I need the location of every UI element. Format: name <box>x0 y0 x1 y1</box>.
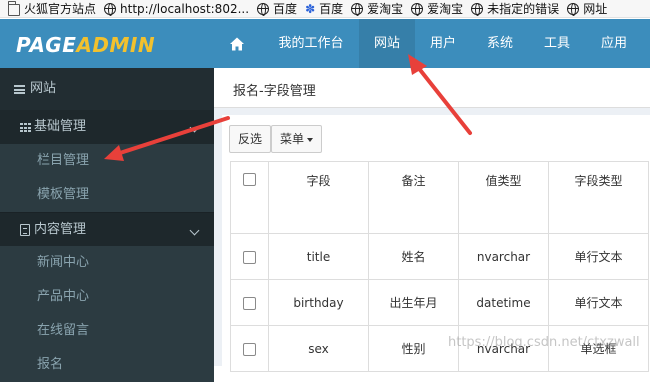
bookmark-label: 百度 <box>273 2 298 16</box>
row-select-cell <box>230 233 269 280</box>
caret-down-icon <box>307 137 314 142</box>
brand-logo[interactable]: PAGEADMIN <box>16 33 155 57</box>
table-cell: 性别 <box>368 325 459 372</box>
page-title: 报名-字段管理 <box>233 84 316 99</box>
table-cell: sex <box>268 325 369 372</box>
bookmark-item[interactable]: http://localhost:802... <box>104 2 249 16</box>
table-cell: 单行文本 <box>548 279 649 326</box>
header-select-all-cell <box>230 161 269 234</box>
bookmark-label: http://localhost:802... <box>120 1 250 16</box>
row-select-cell <box>230 279 269 326</box>
invert-selection-button[interactable]: 反选 <box>229 125 272 153</box>
sidebar-item-label: 栏目管理 <box>37 153 90 168</box>
globe-icon <box>471 2 484 16</box>
sidebar-item-label: 报名 <box>37 357 64 372</box>
folder-icon <box>8 0 20 16</box>
grid-icon <box>20 123 31 132</box>
bookmark-item[interactable]: ✽ 百度 <box>305 0 343 17</box>
bookmark-item[interactable]: 百度 <box>257 0 297 17</box>
row-checkbox[interactable] <box>243 342 256 356</box>
row-select-cell <box>230 325 269 372</box>
globe-icon <box>104 2 117 16</box>
select-all-checkbox[interactable] <box>243 173 256 186</box>
chevron-down-icon <box>189 225 200 236</box>
sidebar-group-label: 内容管理 <box>34 222 87 237</box>
sidebar-item-products[interactable]: 产品中心 <box>0 280 214 314</box>
table-row: birthday 出生年月 datetime 单行文本 <box>230 279 649 326</box>
table-cell: 单行文本 <box>548 233 649 280</box>
bookmark-label: 百度 <box>319 2 344 16</box>
sidebar-header: 网站 <box>0 72 214 106</box>
bookmark-item[interactable]: 火狐官方站点 <box>8 0 96 17</box>
column-header: 值类型 <box>458 161 549 234</box>
menu-button-label: 菜单 <box>280 132 305 146</box>
top-navbar: PAGEADMIN 我的工作台 网站 用户 系统 工具 应用 <box>0 19 650 68</box>
brand-logo-part2: ADMIN <box>76 33 156 57</box>
column-header: 字段类型 <box>548 161 649 234</box>
bookmark-item[interactable]: 未指定的错误 <box>471 0 559 17</box>
bookmark-item[interactable]: 爱淘宝 <box>351 0 403 17</box>
nav-item-workbench[interactable]: 我的工作台 <box>263 19 359 68</box>
sidebar-item-signup[interactable]: 报名 <box>0 348 214 382</box>
sidebar-group-label: 基础管理 <box>34 119 87 134</box>
table-cell: 姓名 <box>368 233 459 280</box>
nav-item-users[interactable]: 用户 <box>415 19 471 68</box>
bookmark-label: 未指定的错误 <box>487 2 560 16</box>
main-content: 报名-字段管理 反选 菜单 字段 备注 值类型 字段类型 title 姓名 nv… <box>214 68 650 372</box>
globe-icon <box>411 2 424 16</box>
bookmark-label: 爱淘宝 <box>367 2 404 16</box>
bookmark-label: 爱淘宝 <box>427 2 464 16</box>
paw-icon: ✽ <box>305 1 316 16</box>
globe-icon <box>257 2 270 16</box>
bookmark-item[interactable]: 网址 <box>567 0 607 17</box>
sidebar-item-messages[interactable]: 在线留言 <box>0 314 214 348</box>
table-cell: datetime <box>458 279 549 326</box>
home-icon[interactable] <box>229 36 245 52</box>
bookmark-label: 火狐官方站点 <box>24 2 97 16</box>
table-header-row: 字段 备注 值类型 字段类型 <box>230 161 649 234</box>
sidebar-item-label: 模板管理 <box>37 187 90 202</box>
bookmark-item[interactable]: 爱淘宝 <box>411 0 463 17</box>
row-checkbox[interactable] <box>243 296 256 310</box>
nav-item-system[interactable]: 系统 <box>471 19 529 68</box>
sidebar-group-content[interactable]: 内容管理 <box>0 212 214 246</box>
column-header: 备注 <box>368 161 459 234</box>
table-cell: title <box>268 233 369 280</box>
table-cell: birthday <box>268 279 369 326</box>
sidebar-item-templates[interactable]: 模板管理 <box>0 178 214 212</box>
row-checkbox[interactable] <box>243 250 256 264</box>
menu-dropdown-button[interactable]: 菜单 <box>271 125 323 153</box>
column-header: 字段 <box>268 161 369 234</box>
sidebar: 网站 基础管理 栏目管理 模板管理 内容管理 新闻中心 产品中心 在线留言 报名 <box>0 68 214 382</box>
bookmark-label: 网址 <box>583 2 608 16</box>
sidebar-item-label: 产品中心 <box>37 289 90 304</box>
globe-icon <box>567 2 580 16</box>
brand-logo-part1: PAGE <box>16 33 77 57</box>
table-row: title 姓名 nvarchar 单行文本 <box>230 233 649 280</box>
bookmarks-bar: 火狐官方站点 http://localhost:802... 百度 ✽ 百度 爱淘… <box>0 0 650 18</box>
sidebar-item-label: 在线留言 <box>37 323 90 338</box>
table-cell: 出生年月 <box>368 279 459 326</box>
breadcrumb: 报名-字段管理 <box>214 68 650 108</box>
nav-item-apps[interactable]: 应用 <box>585 19 643 68</box>
chevron-down-icon <box>189 122 200 133</box>
nav-item-website[interactable]: 网站 <box>359 19 415 68</box>
sidebar-header-label: 网站 <box>30 81 57 96</box>
sidebar-group-basic[interactable]: 基础管理 <box>0 110 214 144</box>
sidebar-item-columns[interactable]: 栏目管理 <box>0 144 214 178</box>
field-panel: 反选 菜单 字段 备注 值类型 字段类型 title 姓名 nvarchar 单… <box>222 115 650 372</box>
sidebar-item-label: 新闻中心 <box>37 255 90 270</box>
sidebar-item-news[interactable]: 新闻中心 <box>0 246 214 280</box>
watermark: https://blog.csdn.net/ctxzwall <box>448 335 640 350</box>
globe-icon <box>351 2 364 16</box>
table-cell: nvarchar <box>458 233 549 280</box>
document-icon <box>20 224 30 236</box>
nav-item-tools[interactable]: 工具 <box>529 19 585 68</box>
menu-icon <box>14 85 25 94</box>
